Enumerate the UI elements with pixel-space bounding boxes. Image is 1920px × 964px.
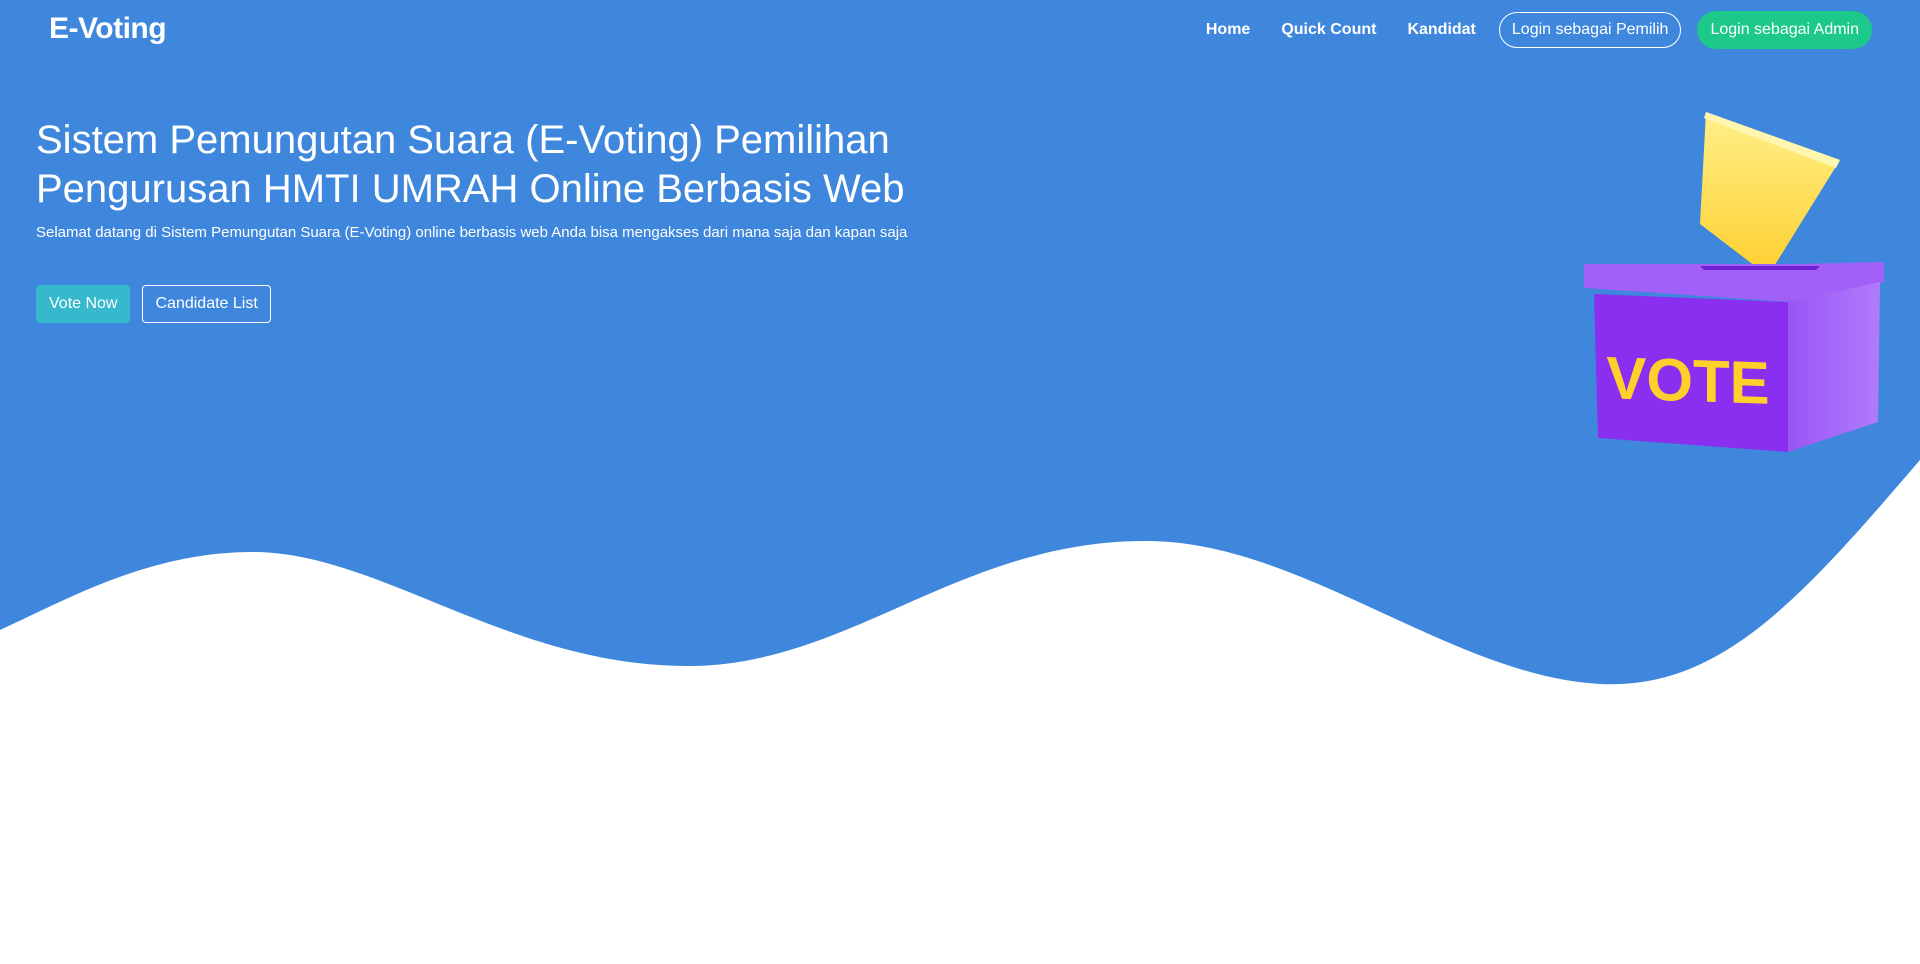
nav-link-quick-count[interactable]: Quick Count — [1281, 21, 1376, 39]
nav-link-home[interactable]: Home — [1206, 21, 1250, 39]
ballot-box-side — [1788, 282, 1880, 452]
top-navbar: E-Voting Home Quick Count Kandidat Login… — [0, 0, 1920, 62]
login-voter-button[interactable]: Login sebagai Pemilih — [1498, 12, 1682, 48]
hero-subtitle: Selamat datang di Sistem Pemungutan Suar… — [36, 224, 908, 241]
nav-menu: Home Quick Count Kandidat Login sebagai … — [1206, 11, 1872, 49]
vote-now-button[interactable]: Vote Now — [36, 285, 131, 323]
landing-page: E-Voting Home Quick Count Kandidat Login… — [0, 0, 1920, 964]
nav-link-kandidat[interactable]: Kandidat — [1407, 21, 1475, 39]
hero-title: Sistem Pemungutan Suara (E-Voting) Pemil… — [36, 118, 905, 211]
candidate-list-button[interactable]: Candidate List — [142, 285, 271, 323]
login-admin-button[interactable]: Login sebagai Admin — [1697, 11, 1872, 49]
ballot-paper — [1700, 112, 1840, 276]
brand-logo[interactable]: E-Voting — [49, 12, 167, 46]
hero-actions: Vote Now Candidate List — [36, 285, 271, 323]
ballot-box-label: VOTE — [1606, 344, 1769, 417]
ballot-box-icon: VOTE — [1584, 112, 1884, 452]
